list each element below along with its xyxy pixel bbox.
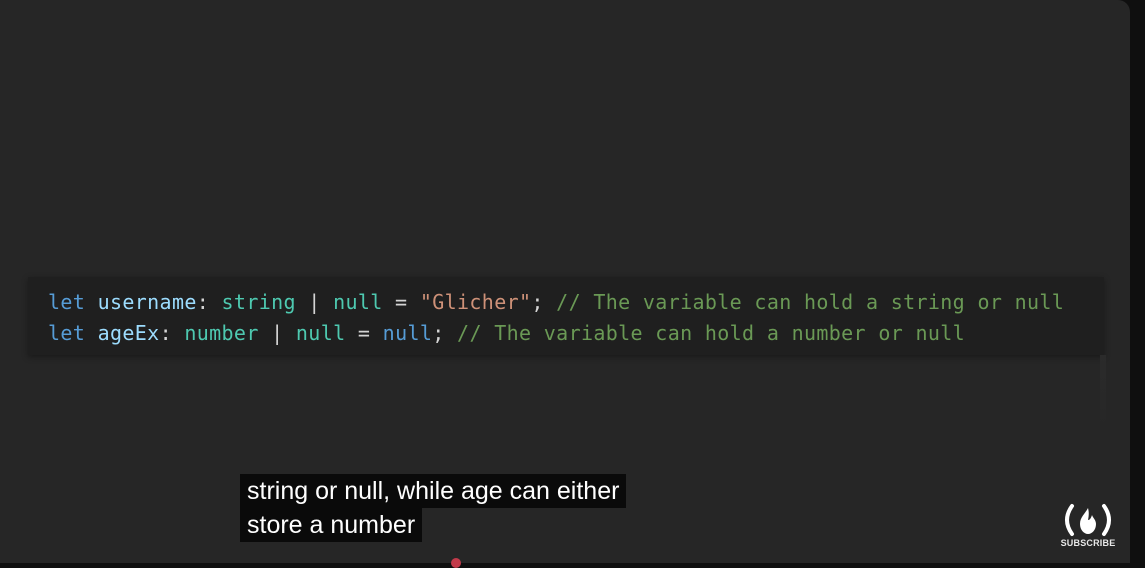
video-player[interactable]: let username: string | null = "Glicher";… <box>0 0 1130 563</box>
semicolon: ; <box>531 290 557 314</box>
string-literal: "Glicher" <box>419 290 532 314</box>
assign-operator: = <box>345 321 383 345</box>
divider <box>1100 355 1106 430</box>
keyword-let: let <box>48 321 86 345</box>
variable-name: username <box>97 290 197 314</box>
variable-name: ageEx <box>97 321 160 345</box>
union-pipe: | <box>258 321 296 345</box>
code-comment: // The variable can hold a number or nul… <box>457 321 966 345</box>
closed-caption: string or null, while age can either sto… <box>240 474 627 542</box>
page-gutter <box>1130 0 1145 563</box>
colon: : <box>159 321 185 345</box>
caption-line-1: string or null, while age can either <box>240 474 627 508</box>
progress-scrubber-handle[interactable] <box>451 558 461 568</box>
null-literal: null <box>382 321 433 345</box>
union-pipe: | <box>295 290 334 314</box>
colon: : <box>196 290 222 314</box>
code-comment: // The variable can hold a string or nul… <box>556 290 1065 314</box>
caption-line-2: store a number <box>240 508 423 542</box>
assign-operator: = <box>382 290 420 314</box>
semicolon: ; <box>432 321 458 345</box>
freecodecamp-fire-icon <box>1065 504 1111 536</box>
code-line-1: let username: string | null = "Glicher";… <box>48 288 1064 316</box>
type-annotation-null: null <box>295 321 346 345</box>
keyword-let: let <box>48 290 86 314</box>
type-annotation: number <box>184 321 259 345</box>
type-annotation-null: null <box>333 290 383 314</box>
subscribe-button[interactable]: SUBSCRIBE <box>1058 503 1118 553</box>
code-snippet: let username: string | null = "Glicher";… <box>28 277 1104 355</box>
subscribe-label: SUBSCRIBE <box>1060 538 1116 548</box>
code-line-2: let ageEx: number | null = null; // The … <box>48 319 965 347</box>
type-annotation: string <box>221 290 296 314</box>
